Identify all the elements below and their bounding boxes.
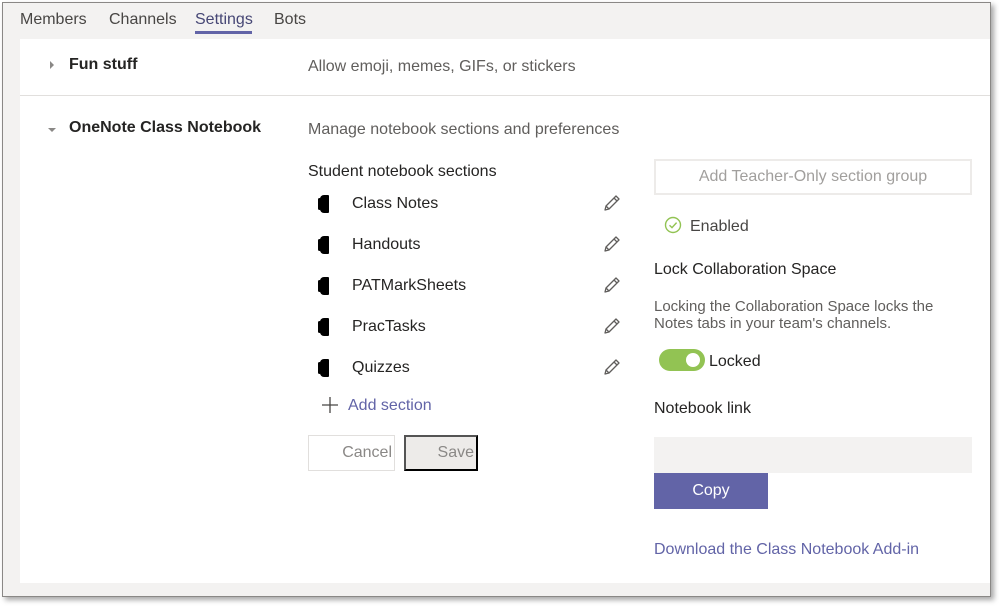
section-label: Class Notes: [352, 195, 439, 212]
toggle-knob: [686, 353, 700, 367]
tab-settings[interactable]: Settings: [195, 11, 253, 29]
notebook-section-icon: [318, 318, 329, 336]
fun-stuff-description: Allow emoji, memes, GIFs, or stickers: [308, 58, 576, 75]
tab-channels[interactable]: Channels: [109, 11, 177, 29]
tab-members[interactable]: Members: [20, 11, 87, 29]
enabled-status: Enabled: [690, 218, 749, 235]
list-item: PracTasks: [318, 316, 622, 340]
notebook-section-icon: [318, 359, 329, 377]
fun-stuff-header[interactable]: Fun stuff: [20, 39, 300, 95]
tab-bar: Members Channels Settings Bots: [3, 3, 990, 39]
list-item: PATMarkSheets: [318, 275, 622, 299]
edit-pencil-icon[interactable]: [602, 316, 622, 336]
onenote-description: Manage notebook sections and preferences: [308, 121, 620, 138]
section-label: PracTasks: [352, 318, 426, 335]
teams-settings-window: Members Channels Settings Bots Fun stuff…: [2, 2, 991, 597]
notebook-link-heading: Notebook link: [654, 400, 751, 417]
chevron-down-icon: [48, 128, 56, 132]
list-item: Class Notes: [318, 193, 622, 217]
section-label: Handouts: [352, 236, 421, 253]
download-add-in-link[interactable]: Download the Class Notebook Add-in: [654, 541, 919, 559]
edit-pencil-icon[interactable]: [602, 275, 622, 295]
section-divider: [20, 95, 990, 96]
section-label: Quizzes: [352, 359, 410, 376]
edit-pencil-icon[interactable]: [602, 193, 622, 213]
copy-button[interactable]: Copy: [654, 473, 768, 509]
fun-stuff-title: Fun stuff: [69, 56, 138, 73]
edit-pencil-icon[interactable]: [602, 234, 622, 254]
notebook-section-icon: [318, 277, 329, 295]
cancel-button[interactable]: Cancel: [308, 435, 395, 471]
notebook-section-icon: [318, 236, 329, 254]
lock-collaboration-description: Locking the Collaboration Space locks th…: [654, 298, 934, 332]
locked-label: Locked: [709, 353, 761, 370]
checkmark-circle-icon: [664, 216, 682, 234]
student-sections-heading: Student notebook sections: [308, 163, 497, 180]
add-teacher-only-section-group-button[interactable]: Add Teacher-Only section group: [654, 159, 972, 195]
save-button[interactable]: Save: [404, 435, 478, 471]
notebook-link-field[interactable]: [654, 437, 972, 473]
settings-panel: Fun stuff Allow emoji, memes, GIFs, or s…: [20, 39, 990, 583]
onenote-header[interactable]: OneNote Class Notebook: [20, 99, 300, 149]
lock-collaboration-toggle[interactable]: [659, 349, 705, 371]
active-tab-indicator: [195, 31, 252, 34]
lock-collaboration-heading: Lock Collaboration Space: [654, 261, 837, 278]
tab-bots[interactable]: Bots: [274, 11, 306, 29]
section-label: PATMarkSheets: [352, 277, 467, 294]
onenote-title: OneNote Class Notebook: [69, 119, 262, 136]
edit-pencil-icon[interactable]: [602, 357, 622, 377]
list-item: Handouts: [318, 234, 622, 258]
list-item: Quizzes: [318, 357, 622, 381]
add-section-label: Add section: [348, 397, 432, 414]
chevron-right-icon: [50, 61, 54, 69]
plus-icon: [322, 397, 338, 413]
notebook-section-icon: [318, 195, 329, 213]
